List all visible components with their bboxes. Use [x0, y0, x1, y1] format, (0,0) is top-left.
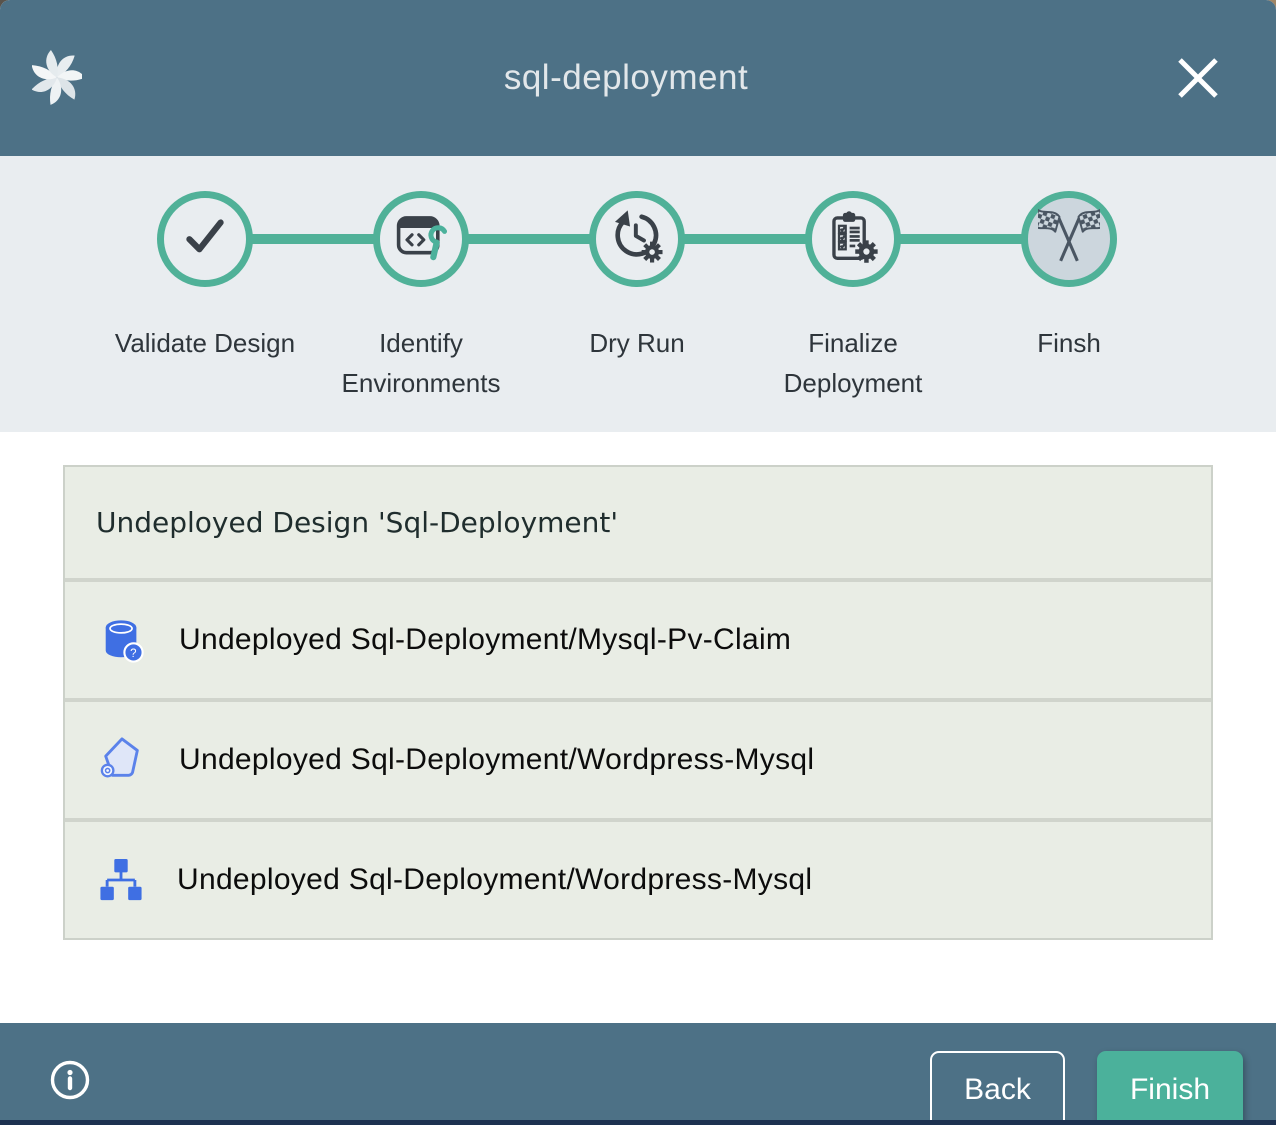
status-row-wordpress-mysql-deployment: Undeployed Sql-Deployment/Wordpress-Mysq… — [65, 818, 1211, 938]
step-label: Identify Environments — [326, 323, 516, 403]
deployment-wizard-dialog: sql-deployment Validate Design — [0, 0, 1276, 1125]
step-label: Validate Design — [115, 323, 295, 363]
hierarchy-icon — [99, 857, 143, 903]
close-icon[interactable] — [1176, 56, 1220, 100]
step-validate-design: Validate Design — [97, 156, 313, 403]
status-text: Undeployed Sql-Deployment/Wordpress-Mysq… — [179, 743, 814, 777]
status-text: Undeployed Design 'Sql-Deployment' — [96, 506, 618, 539]
step-label: Dry Run — [589, 323, 684, 363]
deployment-status-panel: Undeployed Design 'Sql-Deployment' ? Und… — [63, 465, 1213, 940]
checkered-flags-icon — [1038, 206, 1100, 273]
dialog-body: Undeployed Design 'Sql-Deployment' ? Und… — [0, 465, 1276, 1023]
info-icon[interactable] — [49, 1059, 91, 1101]
status-row-mysql-pv-claim: ? Undeployed Sql-Deployment/Mysql-Pv-Cla… — [65, 578, 1211, 698]
step-finish: Finsh — [961, 156, 1177, 403]
step-circle — [373, 191, 469, 287]
database-icon: ? — [99, 616, 145, 664]
status-text: Undeployed Sql-Deployment/Mysql-Pv-Claim — [179, 623, 791, 657]
checkmark-icon — [176, 208, 234, 271]
status-row-design: Undeployed Design 'Sql-Deployment' — [65, 467, 1211, 578]
step-finalize-deployment: Finalize Deployment — [745, 156, 961, 403]
wizard-stepper: Validate Design Ident — [0, 156, 1276, 432]
status-row-wordpress-mysql-pod: Undeployed Sql-Deployment/Wordpress-Mysq… — [65, 698, 1211, 818]
dialog-header: sql-deployment — [0, 0, 1276, 156]
step-circle — [805, 191, 901, 287]
window-bottom-edge — [0, 1120, 1276, 1125]
pod-icon — [99, 735, 145, 785]
dialog-footer: Back Finish — [0, 1023, 1276, 1125]
svg-text:?: ? — [130, 648, 137, 660]
step-circle — [157, 191, 253, 287]
step-label: Finsh — [1037, 323, 1101, 363]
app-logo-pinwheel-icon — [32, 49, 82, 106]
dialog-title: sql-deployment — [504, 58, 748, 98]
code-window-wrench-icon — [393, 210, 449, 269]
finish-button[interactable]: Finish — [1097, 1051, 1243, 1125]
step-circle-active — [1021, 191, 1117, 287]
status-text: Undeployed Sql-Deployment/Wordpress-Mysq… — [177, 863, 812, 897]
back-button[interactable]: Back — [930, 1051, 1065, 1125]
history-gear-icon — [608, 208, 666, 271]
step-dry-run: Dry Run — [529, 156, 745, 403]
step-label: Finalize Deployment — [758, 323, 948, 403]
step-circle — [589, 191, 685, 287]
step-identify-environments: Identify Environments — [313, 156, 529, 403]
clipboard-checklist-gear-icon — [825, 209, 881, 270]
